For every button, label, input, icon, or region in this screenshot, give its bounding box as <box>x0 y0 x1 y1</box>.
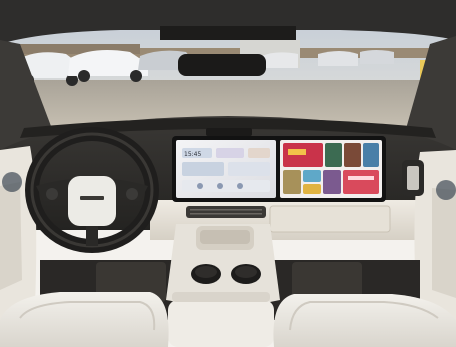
driver-seat <box>0 292 169 347</box>
armrest <box>168 300 274 347</box>
center-console <box>166 224 280 347</box>
center-vent <box>186 206 266 218</box>
airbag-hub <box>68 176 116 226</box>
brand-logo-icon <box>80 196 104 200</box>
car-interior-photo: 15:45 <box>0 0 456 347</box>
photo-canvas: 15:45 <box>0 0 456 347</box>
dual-screens <box>172 136 386 202</box>
screen-clock: 15:45 <box>184 151 201 158</box>
speaker-icon <box>2 172 22 192</box>
right-screen <box>280 140 382 198</box>
left-wheel-controls-icon <box>46 188 58 200</box>
right-wheel-controls-icon <box>126 188 138 200</box>
left-screen <box>176 140 276 198</box>
rearview-mirror <box>178 54 266 76</box>
